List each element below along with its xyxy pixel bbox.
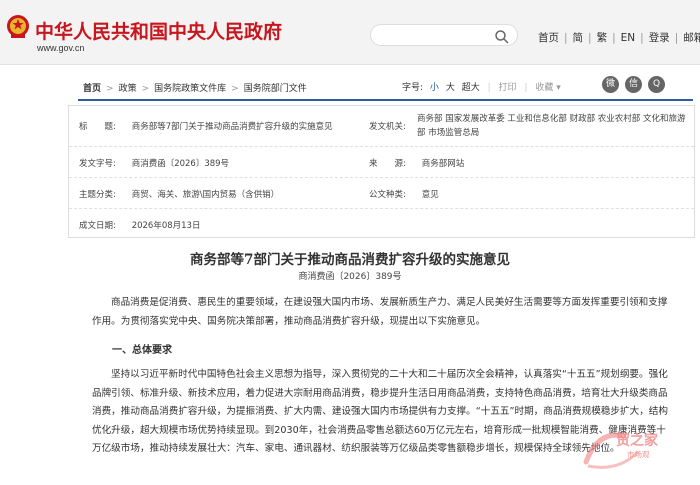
category-label: 主题分类: [79, 190, 116, 200]
site-title[interactable]: 中华人民共和国中央人民政府 [35, 17, 282, 44]
document-paragraph: 商品消费是促消费、惠民生的重要领域，在建设强大国内市场、发展新质生产力、满足人民… [92, 294, 672, 331]
doc-type-value: 意见 [421, 190, 439, 200]
page-tools: 字号: 小 大 超大 | 打印 | 收藏 ▾ [402, 83, 561, 93]
breadcrumb: 首页 > 政策 > 国务院政策文件库 > 国务院部门文件 [83, 84, 307, 94]
font-large-button[interactable]: 大 [446, 83, 455, 93]
date-label: 成文日期: [79, 221, 116, 231]
doc-type-label: 公文种类: [369, 190, 406, 200]
info-row: 发文字号: 商消费函〔2026〕389号 来 源: 商务部网站 [69, 146, 694, 178]
search-icon[interactable] [494, 29, 510, 45]
document-number: 商消费函〔2026〕389号 [298, 272, 402, 282]
font-xlarge-button[interactable]: 超大 [462, 83, 480, 93]
nav-mail[interactable]: 邮箱 [683, 32, 700, 44]
font-small-button[interactable]: 小 [430, 83, 439, 93]
info-row: 主题分类: 商贸、海关、旅游\国内贸易（含供销） 公文种类: 意见 [69, 177, 694, 209]
title-label: 标 题: [79, 122, 116, 132]
watermark-text: 贸之家 [616, 433, 658, 449]
watermark-subtext: 市场观 [627, 450, 650, 459]
doc-no-label: 发文字号: [79, 159, 116, 169]
weibo-icon[interactable]: 微 [602, 76, 619, 93]
nav-login[interactable]: 登录 [649, 32, 670, 44]
site-header: 中华人民共和国中央人民政府 www.gov.cn 首页 | 简 | 繁 | EN | 登录 | 邮箱 [0, 0, 700, 65]
source-value: 商务部网站 [421, 159, 465, 169]
section-heading: 一、总体要求 [112, 345, 172, 356]
wechat-icon[interactable]: 信 [625, 76, 642, 93]
issuer-label: 发文机关: [369, 122, 406, 132]
site-url: www.gov.cn [37, 43, 85, 53]
issuer-value: 商务部 国家发展改革委 工业和信息化部 财政部 农业农村部 文化和旅游部 市场监… [417, 114, 686, 138]
doc-no-value: 商消费函〔2026〕389号 [131, 159, 230, 169]
info-row: 成文日期: 2026年08月13日 [69, 208, 694, 238]
info-row: 标 题: 商务部等7部门关于推动商品消费扩容升级的实施意见 发文机关: 商务部 … [69, 106, 694, 147]
share-group: 微信Q [602, 76, 671, 93]
breadcrumb-dept-docs[interactable]: 国务院部门文件 [244, 84, 307, 94]
qzone-icon[interactable]: Q [648, 76, 665, 93]
breadcrumb-policy[interactable]: 政策 [119, 84, 137, 94]
source-label: 来 源: [369, 159, 406, 169]
collect-button[interactable]: 收藏 [535, 83, 553, 93]
national-emblem-icon [7, 15, 29, 38]
document-info-table: 标 题: 商务部等7部门关于推动商品消费扩容升级的实施意见 发文机关: 商务部 … [68, 105, 695, 238]
divider [78, 99, 693, 101]
breadcrumb-policy-library[interactable]: 国务院政策文件库 [154, 84, 226, 94]
top-nav: 首页 | 简 | 繁 | EN | 登录 | 邮箱 [538, 30, 700, 45]
document-title: 商务部等7部门关于推动商品消费扩容升级的实施意见 [190, 252, 510, 268]
nav-english[interactable]: EN [621, 32, 636, 44]
paragraph-text: 商品消费是促消费、惠民生的重要领域，在建设强大国内市场、发展新质生产力、满足人民… [92, 297, 668, 327]
print-button[interactable]: 打印 [499, 83, 517, 93]
category-value: 商贸、海关、旅游\国内贸易（含供销） [131, 190, 280, 200]
date-value: 2026年08月13日 [131, 221, 201, 231]
nav-traditional[interactable]: 繁 [597, 32, 608, 44]
title-value: 商务部等7部门关于推动商品消费扩容升级的实施意见 [131, 122, 333, 132]
breadcrumb-home[interactable]: 首页 [83, 84, 101, 94]
nav-home[interactable]: 首页 [538, 32, 559, 44]
breadcrumb-bar: 首页 > 政策 > 国务院政策文件库 > 国务院部门文件 字号: 小 大 超大 | 打印 |… [78, 74, 693, 98]
font-size-label: 字号: [402, 83, 424, 93]
nav-simplified[interactable]: 简 [573, 32, 584, 44]
